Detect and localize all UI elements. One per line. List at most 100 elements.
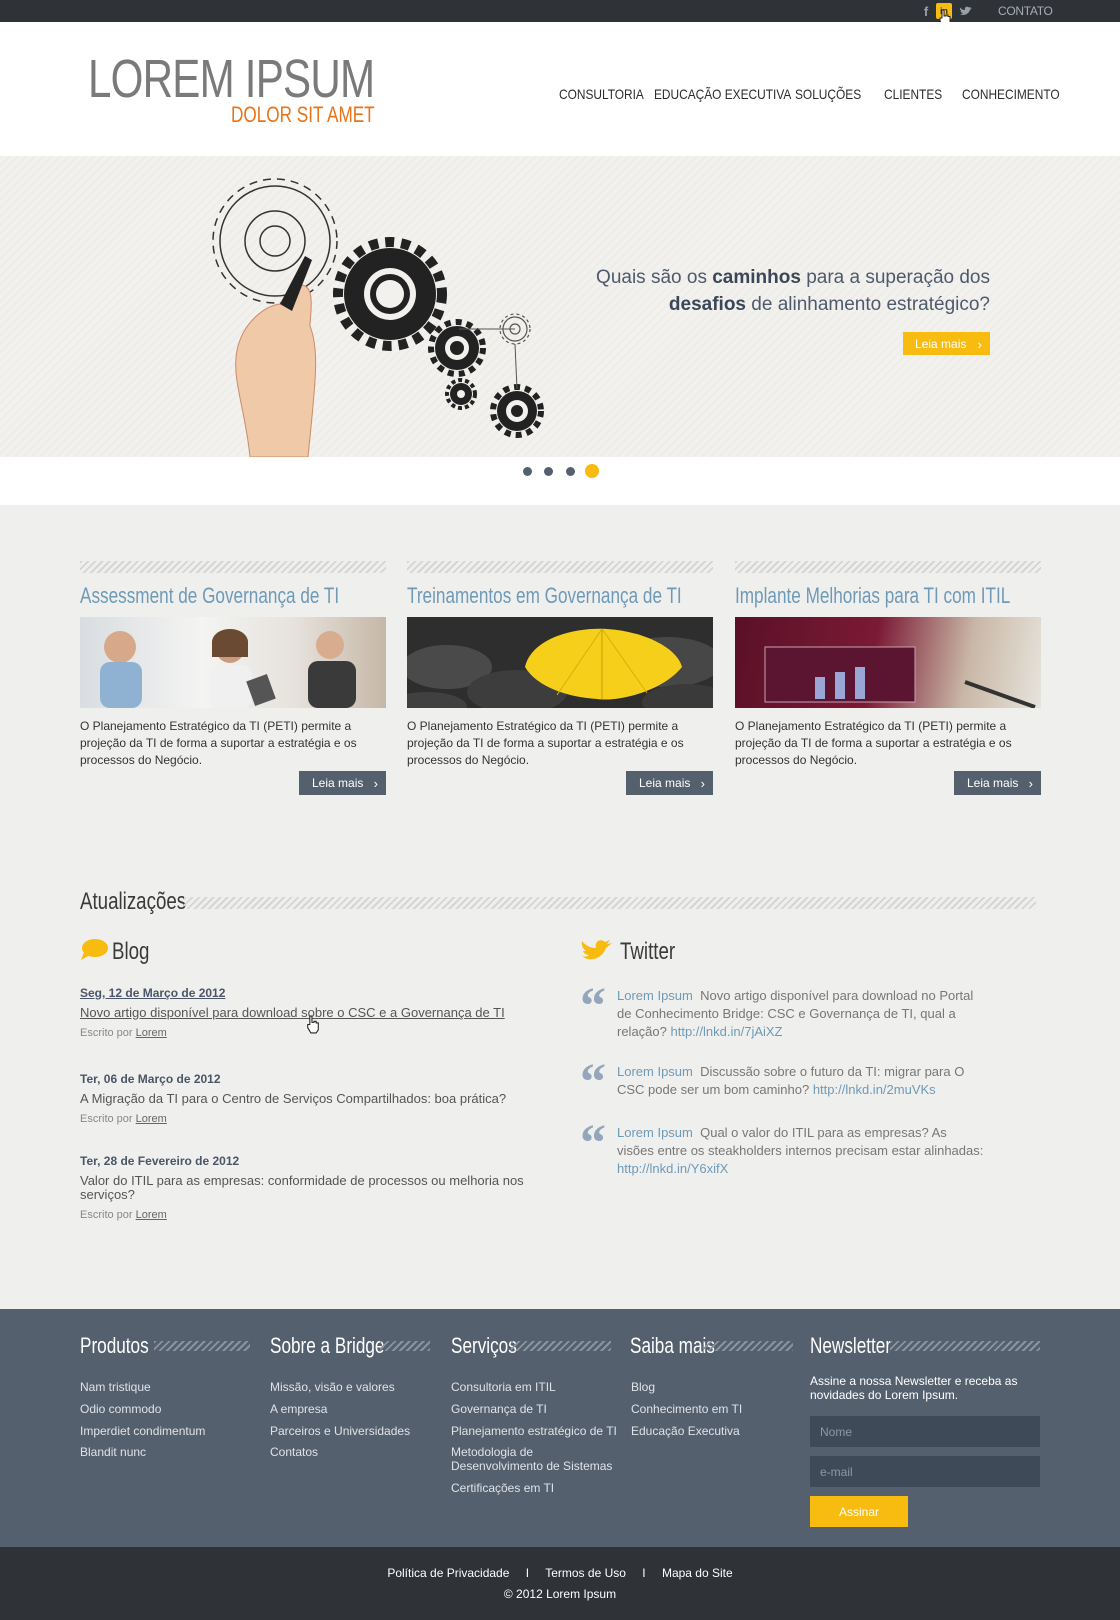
card-text: O Planejamento Estratégico da TI (PETI) …	[407, 719, 684, 767]
tweet-user[interactable]: Lorem Ipsum	[617, 1064, 693, 1079]
feature-card: Treinamentos em Governança de TI O Plane…	[407, 561, 713, 795]
divider	[407, 561, 713, 573]
tweet-user[interactable]: Lorem Ipsum	[617, 1125, 693, 1140]
blog-post[interactable]: Ter, 06 de Março de 2012 A Migração da T…	[80, 1072, 540, 1125]
gears-illustration	[212, 178, 544, 457]
footer-link[interactable]: Certificações em TI	[451, 1481, 554, 1495]
footer-link[interactable]: Governança de TI	[451, 1402, 547, 1416]
slider-dot[interactable]	[544, 467, 553, 476]
separator: I	[642, 1566, 646, 1580]
card-image-meeting[interactable]	[80, 617, 386, 708]
author-link[interactable]: Lorem	[136, 1113, 167, 1125]
hand-cursor-icon	[307, 1015, 319, 1034]
divider	[511, 1341, 611, 1351]
footer-link[interactable]: Consultoria em ITIL	[451, 1380, 556, 1394]
chevron-right-icon: ›	[700, 776, 705, 791]
tweet-link[interactable]: http://lnkd.in/2muVKs	[813, 1082, 936, 1097]
newsletter-subscribe-button[interactable]: Assinar	[810, 1496, 908, 1527]
nav-educacao-executiva[interactable]: EDUCAÇÃO EXECUTIVA	[654, 86, 791, 102]
feature-card: Assessment de Governança de TI O Planeja…	[80, 561, 386, 795]
footer-link[interactable]: Blog	[631, 1380, 655, 1394]
footer-link[interactable]: Imperdiet condimentum	[80, 1424, 205, 1438]
bottom-bar: Política de Privacidade I Termos de Uso …	[0, 1547, 1120, 1620]
card-title[interactable]: Treinamentos em Governança de TI	[407, 583, 682, 611]
footer-link[interactable]: Planejamento estratégico de TI	[451, 1424, 617, 1438]
chevron-right-icon: ›	[373, 776, 378, 791]
divider	[735, 561, 1041, 573]
button-label: Leia mais	[967, 776, 1019, 790]
author-link[interactable]: Lorem	[136, 1027, 167, 1039]
card-image-umbrellas[interactable]	[407, 617, 713, 708]
footer-link[interactable]: Missão, visão e valores	[270, 1380, 395, 1394]
footer-column-title: Serviços	[451, 1333, 517, 1358]
divider	[703, 1341, 793, 1351]
contact-link[interactable]: CONTATO	[998, 4, 1053, 18]
footer-link[interactable]: Educação Executiva	[631, 1424, 740, 1438]
post-title[interactable]: Valor do ITIL para as empresas: conformi…	[80, 1174, 540, 1202]
divider	[80, 561, 386, 573]
slider-dot[interactable]	[566, 467, 575, 476]
author-link[interactable]: Lorem	[136, 1209, 167, 1221]
twitter-icon[interactable]	[958, 3, 974, 19]
blog-title: Blog	[112, 938, 150, 965]
chevron-right-icon: ›	[1028, 776, 1033, 791]
button-label: Leia mais	[639, 776, 691, 790]
quote-icon: “	[580, 978, 606, 1035]
site-footer: Produtos Nam tristique Odio commodo Impe…	[0, 1309, 1120, 1547]
card-title[interactable]: Implante Melhorias para TI com ITIL	[735, 583, 1010, 611]
nav-conhecimento[interactable]: CONHECIMENTO	[962, 86, 1060, 102]
footer-link[interactable]: Odio commodo	[80, 1402, 161, 1416]
post-date[interactable]: Ter, 28 de Fevereiro de 2012	[80, 1154, 540, 1168]
footer-link[interactable]: Blandit nunc	[80, 1445, 146, 1459]
hero-text-bold: desafios	[668, 294, 746, 315]
newsletter-name-input[interactable]	[810, 1416, 1040, 1447]
tweet-user[interactable]: Lorem Ipsum	[617, 988, 693, 1003]
newsletter-email-input[interactable]	[810, 1456, 1040, 1487]
post-author: Escrito por Lorem	[80, 1113, 540, 1125]
card-read-more-button[interactable]: Leia mais ›	[954, 771, 1041, 795]
terms-of-use-link[interactable]: Termos de Uso	[545, 1566, 626, 1580]
card-title[interactable]: Assessment de Governança de TI	[80, 583, 339, 611]
footer-link[interactable]: Parceiros e Universidades	[270, 1424, 410, 1438]
post-date[interactable]: Seg, 12 de Março de 2012	[80, 986, 540, 1000]
footer-link[interactable]: Contatos	[270, 1445, 318, 1459]
legal-links: Política de Privacidade I Termos de Uso …	[0, 1566, 1120, 1580]
quote-icon: “	[580, 1054, 606, 1111]
slider-dot-active[interactable]	[585, 464, 599, 478]
footer-link[interactable]: Nam tristique	[80, 1380, 151, 1394]
logo-title[interactable]: LOREM IPSUM	[88, 52, 375, 106]
divider	[380, 1341, 430, 1351]
site-header: LOREM IPSUM DOLOR SIT AMET CONSULTORIA E…	[0, 22, 1120, 156]
logo-subtitle: DOLOR SIT AMET	[231, 102, 375, 127]
tweet-link[interactable]: http://lnkd.in/7jAiXZ	[671, 1024, 783, 1039]
card-image-report[interactable]	[735, 617, 1041, 708]
hero-text-part: Quais são os	[596, 267, 713, 288]
card-read-more-button[interactable]: Leia mais ›	[626, 771, 713, 795]
hero-read-more-button[interactable]: Leia mais ›	[903, 332, 990, 355]
author-label: Escrito por	[80, 1113, 136, 1125]
tweet-link[interactable]: http://lnkd.in/Y6xifX	[617, 1161, 728, 1176]
nav-consultoria[interactable]: CONSULTORIA	[559, 86, 644, 102]
post-title[interactable]: A Migração da TI para o Centro de Serviç…	[80, 1092, 540, 1106]
blog-post[interactable]: Ter, 28 de Fevereiro de 2012 Valor do IT…	[80, 1154, 540, 1221]
divider	[890, 1341, 1040, 1351]
hero-slider: Quais são os caminhos para a superação d…	[0, 156, 1120, 457]
footer-link[interactable]: Conhecimento em TI	[631, 1402, 742, 1416]
post-date[interactable]: Ter, 06 de Março de 2012	[80, 1072, 540, 1086]
facebook-icon[interactable]: f	[918, 3, 934, 19]
privacy-policy-link[interactable]: Política de Privacidade	[387, 1566, 509, 1580]
newsletter-title: Newsletter	[810, 1333, 892, 1358]
footer-link[interactable]: Metodologia de Desenvolvimento de Sistem…	[451, 1445, 621, 1473]
slider-dot[interactable]	[523, 467, 532, 476]
footer-link[interactable]: A empresa	[270, 1402, 327, 1416]
separator: I	[525, 1566, 530, 1580]
sitemap-link[interactable]: Mapa do Site	[662, 1566, 733, 1580]
card-read-more-button[interactable]: Leia mais ›	[299, 771, 386, 795]
nav-solucoes[interactable]: SOLUÇÕES	[795, 86, 861, 102]
feature-card: Implante Melhorias para TI com ITIL O Pl…	[735, 561, 1041, 795]
hero-text-bold: caminhos	[712, 267, 801, 288]
nav-clientes[interactable]: CLIENTES	[884, 86, 942, 102]
tweet-body: Lorem Ipsum Novo artigo disponível para …	[617, 987, 987, 1041]
hero-headline: Quais são os caminhos para a superação d…	[530, 264, 990, 318]
hero-text-part: de alinhamento estratégico?	[746, 294, 990, 315]
